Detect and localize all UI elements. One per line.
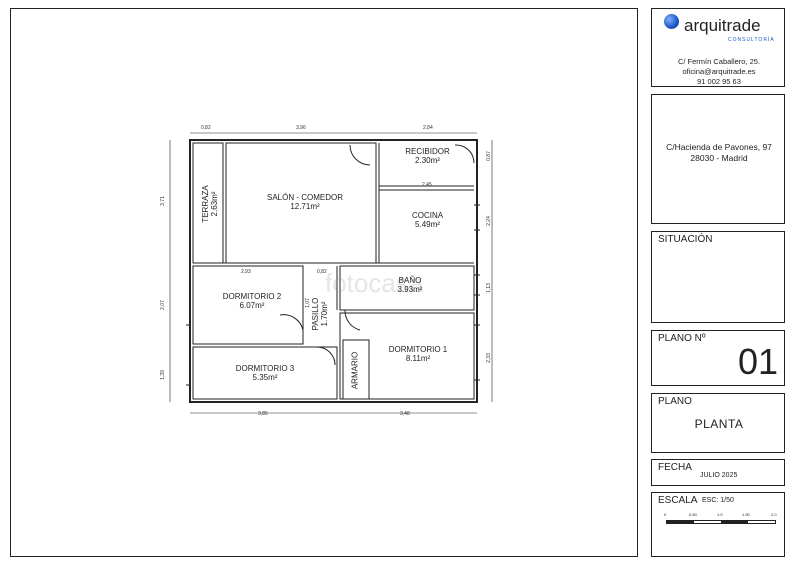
dim-top-1: 3,96 — [296, 125, 306, 131]
room-dormitorio3-area: 5.35m² — [252, 373, 278, 382]
room-recibidor-name: RECIBIDOR — [405, 147, 450, 156]
room-dormitorio3: DORMITORIO 3 5.35m² — [225, 364, 305, 382]
dim-top-2: 2,84 — [423, 125, 433, 131]
room-cocina-area: 5.49m² — [415, 220, 440, 229]
plano-no-box: PLANO Nº 01 — [651, 330, 785, 386]
dim-inner-0: 2,45 — [422, 182, 432, 188]
room-terraza-area: 2.63m² — [210, 191, 219, 217]
room-pasillo-area: 1.70m² — [320, 301, 329, 327]
room-bano-name: BAÑO — [398, 276, 422, 285]
room-dormitorio2-name: DORMITORIO 2 — [222, 292, 282, 301]
company-phone: 91 002 95 63 — [697, 77, 741, 86]
room-armario-name: ARMARIO — [350, 351, 360, 390]
scale-tick-3: 1.50 — [742, 512, 750, 517]
dim-inner-2: 0,82 — [317, 269, 327, 275]
scale-tick-4: 2.0 — [771, 512, 777, 517]
situacion-title: SITUACIÓN — [658, 234, 713, 245]
company-name: arquitrade — [684, 16, 761, 35]
dim-top-0: 0,82 — [201, 125, 211, 131]
situation-map[interactable] — [654, 234, 782, 320]
situacion-box: SITUACIÓN — [651, 231, 785, 323]
room-terraza: TERRAZA 2.63m² — [201, 174, 219, 234]
plano-box: PLANO PLANTA — [651, 393, 785, 453]
scale-tick-0: 0 — [664, 512, 667, 517]
room-recibidor: RECIBIDOR 2.30m² — [390, 147, 465, 165]
room-salon-name: SALÓN - COMEDOR — [266, 193, 343, 202]
room-dormitorio2: DORMITORIO 2 6.07m² — [212, 292, 292, 310]
title-block-logo: arquitrade CONSULTORÍA C/ Fermín Caballe… — [651, 8, 785, 87]
room-dormitorio2-area: 6.07m² — [239, 301, 265, 310]
room-dormitorio1-name: DORMITORIO 1 — [388, 345, 448, 354]
room-armario: ARMARIO — [351, 348, 360, 394]
property-address-box: C/Hacienda de Pavones, 97 28030 - Madrid — [651, 94, 785, 224]
room-salon: SALÓN - COMEDOR 12.71m² — [250, 193, 360, 211]
property-address-line1: C/Hacienda de Pavones, 97 — [666, 142, 772, 152]
company-address: C/ Fermín Caballero, 25. — [677, 57, 761, 66]
room-cocina-name: COCINA — [411, 211, 444, 220]
dim-inner-1: 2,93 — [241, 269, 251, 275]
fecha-value: JULIO 2025 — [700, 472, 738, 479]
dim-bottom-0: 3,85 — [258, 411, 268, 417]
escala-title: ESCALA — [658, 495, 698, 506]
dim-bottom-1: 3,48 — [400, 411, 410, 417]
escala-box: ESCALA ESC: 1/50 0 0.50 1.0 1.50 2.0 — [651, 492, 785, 557]
plano-value: PLANTA — [694, 417, 744, 431]
logo-globe-icon — [664, 14, 679, 29]
dim-left-1: 2,07 — [159, 300, 166, 310]
plano-no-title: PLANO Nº — [658, 333, 706, 344]
scale-tick-1: 0.50 — [689, 512, 697, 517]
floor-plan — [169, 132, 493, 414]
property-address-line2: 28030 - Madrid — [690, 153, 748, 163]
plano-no-value: 01 — [738, 341, 779, 382]
room-dormitorio1-area: 8.11m² — [405, 354, 431, 363]
fecha-title: FECHA — [658, 462, 692, 473]
escala-value: ESC: 1/50 — [702, 497, 734, 504]
room-dormitorio1: DORMITORIO 1 8.11m² — [378, 345, 458, 363]
map-pin-icon — [707, 290, 717, 300]
room-terraza-name: TERRAZA — [201, 185, 210, 223]
dim-left-0: 3,71 — [159, 196, 166, 206]
scale-tick-2: 1.0 — [717, 512, 723, 517]
room-bano-area: 3.93m² — [397, 285, 423, 294]
dim-right-1: 2,24 — [485, 216, 492, 226]
dim-left-2: 1,39 — [159, 370, 166, 380]
room-pasillo-name: PASILLO — [311, 297, 320, 331]
company-email[interactable]: oficina@arquitrade.es — [652, 67, 786, 76]
dim-right-2: 1,13 — [485, 283, 492, 293]
room-recibidor-area: 2.30m² — [415, 156, 440, 165]
room-dormitorio3-name: DORMITORIO 3 — [235, 364, 295, 373]
fecha-box: FECHA JULIO 2025 — [651, 459, 785, 486]
scale-bar — [666, 520, 776, 524]
dim-inner-3: 1,07 — [304, 298, 311, 308]
company-tagline: CONSULTORÍA — [728, 37, 775, 43]
room-pasillo: PASILLO 1.70m² — [311, 289, 329, 339]
dim-right-0: 0,87 — [485, 151, 492, 161]
room-salon-area: 12.71m² — [290, 202, 320, 211]
plano-title: PLANO — [658, 396, 692, 407]
room-cocina: COCINA 5.49m² — [390, 211, 465, 229]
room-bano: BAÑO 3.93m² — [380, 276, 440, 294]
dim-right-3: 2,33 — [485, 353, 492, 363]
